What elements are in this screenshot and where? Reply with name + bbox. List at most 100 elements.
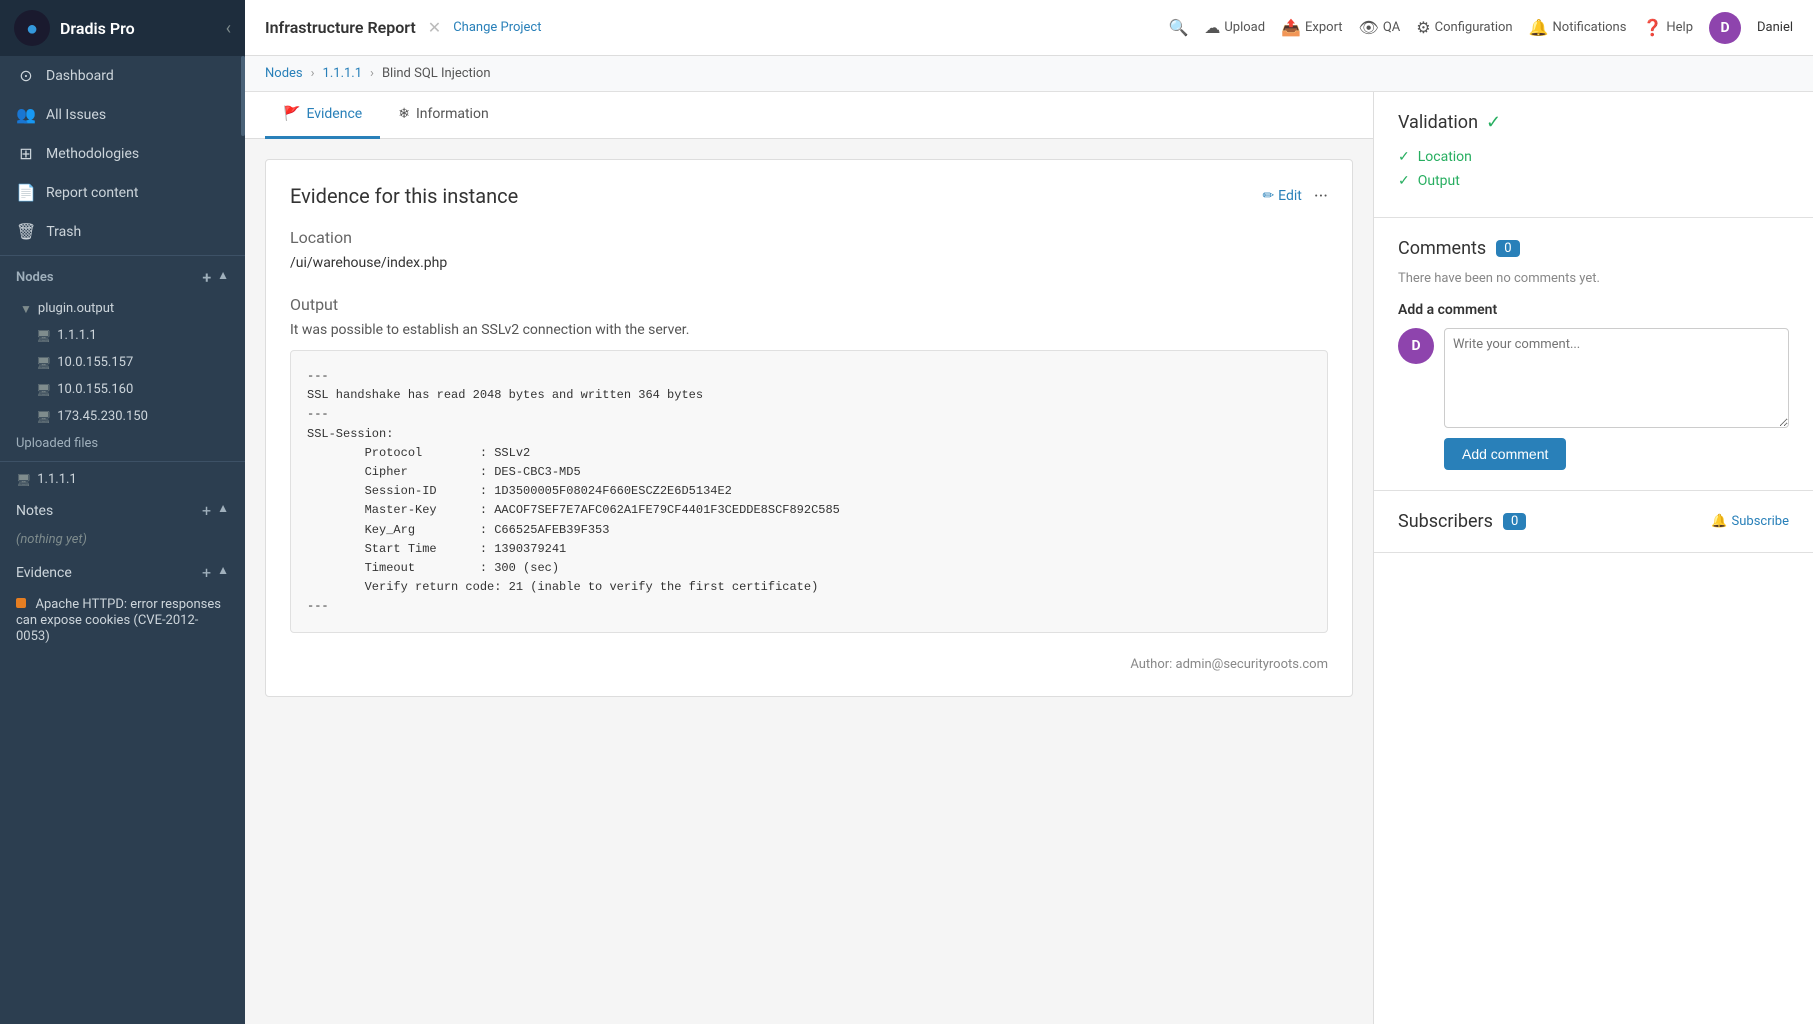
evidence-actions: ✏ Edit ··· (1262, 186, 1328, 207)
nodes-section-header: Nodes + ▲ (0, 260, 245, 295)
dashboard-icon: ⊙ (16, 66, 36, 85)
edit-pencil-icon: ✏ (1262, 188, 1274, 204)
commenter-avatar: D (1398, 328, 1434, 364)
notifications-icon: 🔔 (1529, 18, 1549, 37)
sidebar-tree-node-3[interactable]: 🖥 10.0.155.160 (0, 376, 245, 403)
sidebar-nav-label: Dashboard (46, 68, 114, 84)
qa-icon: 👁 (1359, 18, 1379, 37)
evidence-label: Evidence (16, 565, 72, 581)
node-1111-label: 1.1.1.1 (37, 472, 77, 487)
help-icon: ❓ (1642, 18, 1662, 37)
trash-icon: 🗑 (16, 222, 36, 241)
subscribe-link[interactable]: 🔔 Subscribe (1711, 514, 1789, 529)
project-title: Infrastructure Report (265, 18, 416, 37)
configuration-action[interactable]: ⚙ Configuration (1416, 18, 1512, 37)
evidence-collapse-icon[interactable]: ▲ (217, 563, 229, 582)
tab-information[interactable]: ❄ Information (380, 92, 506, 139)
validation-item-output: ✓ Output (1398, 173, 1789, 189)
qa-action[interactable]: 👁 QA (1359, 18, 1401, 37)
sidebar-item-trash[interactable]: 🗑 Trash (0, 212, 245, 251)
evidence-tab-label: Evidence (306, 106, 362, 122)
user-avatar[interactable]: D (1709, 12, 1741, 44)
information-tab-label: Information (416, 106, 489, 122)
content-area: 🚩 Evidence ❄ Information Evidence for th… (245, 92, 1813, 1024)
sidebar-nav-label: Report content (46, 185, 138, 201)
topbar-left: Infrastructure Report ✕ Change Project (265, 18, 541, 37)
help-label: Help (1666, 20, 1693, 35)
expand-icon: ▼ (20, 302, 32, 316)
breadcrumb: Nodes › 1.1.1.1 › Blind SQL Injection (245, 56, 1813, 92)
add-comment-button[interactable]: Add comment (1444, 438, 1566, 470)
add-evidence-button[interactable]: + (202, 563, 211, 582)
export-action[interactable]: 📤 Export (1281, 18, 1342, 37)
node-label: 10.0.155.157 (57, 355, 133, 370)
evidence-card: Evidence for this instance ✏ Edit ··· Lo… (265, 159, 1353, 697)
subscribers-title: Subscribers 0 (1398, 511, 1526, 532)
add-node-button[interactable]: + (202, 268, 211, 287)
topbar: Infrastructure Report ✕ Change Project 🔍… (245, 0, 1813, 56)
bell-icon: 🔔 (1711, 514, 1727, 529)
configuration-icon: ⚙ (1416, 18, 1430, 37)
search-action[interactable]: 🔍 (1168, 18, 1188, 37)
author-line: Author: admin@securityroots.com (290, 657, 1328, 672)
right-panel: Validation ✓ ✓ Location ✓ Output Comment… (1373, 92, 1813, 1024)
notes-actions: + ▲ (202, 501, 229, 520)
sidebar-collapse-button[interactable]: ‹ (226, 18, 231, 39)
sidebar-uploaded-files[interactable]: Uploaded files (0, 430, 245, 457)
breadcrumb-nodes[interactable]: Nodes (265, 66, 303, 81)
user-name: Daniel (1757, 20, 1793, 35)
sidebar-item-dashboard[interactable]: ⊙ Dashboard (0, 56, 245, 95)
breadcrumb-current: Blind SQL Injection (382, 66, 491, 81)
comment-input-row: D (1398, 328, 1789, 428)
information-tab-icon: ❄ (398, 106, 410, 122)
tabs: 🚩 Evidence ❄ Information (245, 92, 1373, 139)
edit-button[interactable]: ✏ Edit (1262, 188, 1301, 204)
uploaded-files-label: Uploaded files (16, 436, 98, 451)
sidebar-tree-plugin-output[interactable]: ▼ plugin.output (0, 295, 245, 322)
monitor-icon: 🖥 (36, 383, 51, 397)
more-button[interactable]: ··· (1314, 186, 1328, 207)
sidebar-tree-node-4[interactable]: 🖥 173.45.230.150 (0, 403, 245, 430)
evidence-actions: + ▲ (202, 563, 229, 582)
sidebar-nav: ⊙ Dashboard 👥 All Issues ⊞ Methodologies… (0, 56, 245, 251)
comment-textarea[interactable] (1444, 328, 1789, 428)
upload-action[interactable]: ☁ Upload (1204, 18, 1265, 37)
notifications-action[interactable]: 🔔 Notifications (1529, 18, 1627, 37)
code-block: --- SSL handshake has read 2048 bytes an… (290, 350, 1328, 633)
check-icon-output: ✓ (1398, 173, 1410, 189)
subscribers-title-text: Subscribers (1398, 511, 1493, 532)
validation-output-label: Output (1418, 173, 1460, 189)
comments-title: Comments 0 (1398, 238, 1789, 259)
sidebar-item-methodologies[interactable]: ⊞ Methodologies (0, 134, 245, 173)
node-label: 173.45.230.150 (57, 409, 148, 424)
breadcrumb-ip[interactable]: 1.1.1.1 (323, 66, 363, 81)
comments-card: Comments 0 There have been no comments y… (1374, 218, 1813, 491)
configuration-label: Configuration (1435, 20, 1513, 35)
sidebar-logo[interactable]: ● (14, 10, 50, 46)
nodes-collapse-icon[interactable]: ▲ (217, 268, 229, 287)
notes-label: Notes (16, 503, 53, 519)
subscribers-card: Subscribers 0 🔔 Subscribe (1374, 491, 1813, 553)
upload-label: Upload (1224, 20, 1265, 35)
sidebar-header: ● Dradis Pro ‹ (0, 0, 245, 56)
sidebar-item-report-content[interactable]: 📄 Report content (0, 173, 245, 212)
sidebar-evidence-item[interactable]: Apache HTTPD: error responses can expose… (0, 590, 245, 650)
sidebar-nav-label: Methodologies (46, 146, 139, 162)
change-project-link[interactable]: Change Project (453, 20, 541, 35)
help-action[interactable]: ❓ Help (1642, 18, 1693, 37)
validation-location-label: Location (1418, 149, 1472, 165)
output-section: Output It was possible to establish an S… (290, 295, 1328, 633)
sidebar-tree-node-1111[interactable]: 🖥 1.1.1.1 (0, 322, 245, 349)
sidebar-tree-node-2[interactable]: 🖥 10.0.155.157 (0, 349, 245, 376)
upload-icon: ☁ (1204, 18, 1220, 37)
sidebar-node-1111[interactable]: 🖥 1.1.1.1 (0, 466, 245, 493)
tab-evidence[interactable]: 🚩 Evidence (265, 92, 380, 139)
sidebar-item-all-issues[interactable]: 👥 All Issues (0, 95, 245, 134)
breadcrumb-sep-2: › (370, 66, 374, 81)
notes-collapse-icon[interactable]: ▲ (217, 501, 229, 520)
main-content: Infrastructure Report ✕ Change Project 🔍… (245, 0, 1813, 1024)
add-comment-label: Add a comment (1398, 302, 1789, 318)
comments-count-badge: 0 (1496, 240, 1519, 257)
sidebar-notes-header: Notes + ▲ (0, 493, 245, 528)
add-note-button[interactable]: + (202, 501, 211, 520)
